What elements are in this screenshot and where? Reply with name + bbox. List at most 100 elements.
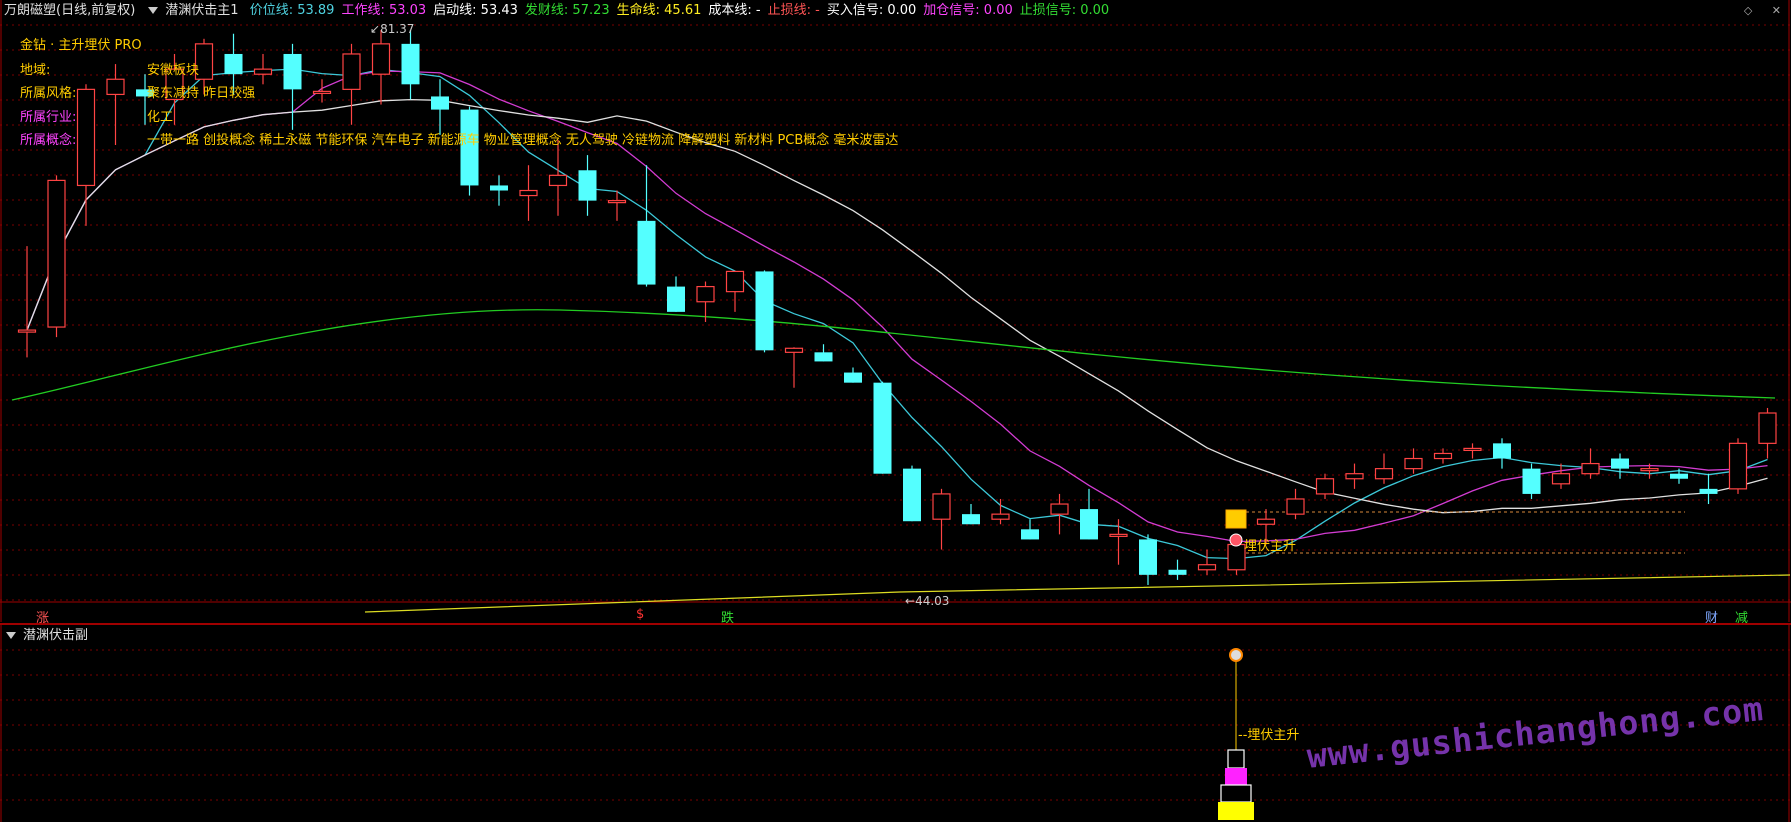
- main-chart-svg[interactable]: [0, 0, 1791, 625]
- candle: [1315, 473, 1335, 499]
- candle-body: [1640, 468, 1659, 472]
- candle-body: [814, 352, 833, 362]
- candle-body: [903, 468, 921, 522]
- candle-body: [1168, 569, 1187, 575]
- candle-body: [932, 493, 951, 520]
- candle-body: [1139, 539, 1157, 575]
- candle-body: [1050, 503, 1069, 515]
- candle-body: [253, 68, 273, 75]
- candle-body: [17, 329, 37, 333]
- candle-body: [725, 270, 745, 293]
- region-label: 地域:: [20, 63, 51, 78]
- candle-body: [490, 185, 508, 191]
- candle: [1021, 519, 1039, 540]
- indicator-value: 买入信号: 0.00: [826, 3, 917, 18]
- candle: [1728, 438, 1748, 494]
- candle-body: [1315, 478, 1335, 495]
- candle-body: [667, 286, 685, 312]
- candle-body: [962, 514, 980, 525]
- candle-body: [548, 174, 568, 187]
- candle: [1522, 463, 1541, 499]
- window-controls: ◇ ✕: [1744, 4, 1781, 17]
- candle-body: [224, 53, 243, 75]
- bar-yellow: [1218, 802, 1254, 820]
- candle: [401, 30, 420, 100]
- candle: [1758, 407, 1777, 459]
- candle: [283, 43, 302, 130]
- indicator-value: 生命线: 45.61: [616, 3, 702, 18]
- candle: [253, 53, 273, 85]
- candle: [962, 504, 980, 525]
- candle: [844, 367, 862, 383]
- candle: [725, 270, 745, 312]
- candle-body: [637, 220, 656, 285]
- candle-body: [991, 513, 1010, 520]
- low-price-label: ←44.03: [905, 594, 950, 608]
- candle-body: [312, 90, 332, 94]
- high-price-value: 81.37: [380, 22, 415, 36]
- signal-square-icon: [1225, 509, 1247, 529]
- candle-body: [76, 88, 96, 187]
- industry-label: 所属行业:: [20, 110, 77, 125]
- indicator-values: 价位线: 53.89 工作线: 53.03 启动线: 53.43 发财线: 57.23…: [250, 3, 1117, 18]
- candle-body: [431, 96, 449, 110]
- candle-body: [784, 347, 804, 353]
- candle: [1139, 534, 1157, 585]
- style-label: 所属风格:: [20, 86, 77, 101]
- collapse-icon[interactable]: [6, 632, 16, 639]
- candle-body: [371, 43, 391, 75]
- indicator-value: 加仓信号: 0.00: [923, 3, 1013, 18]
- candle: [784, 347, 804, 388]
- candle: [431, 79, 449, 135]
- indicator-value: 成本线: -: [708, 3, 761, 18]
- indicator-name[interactable]: 潜渊伏击主1: [165, 3, 238, 18]
- candle: [1050, 493, 1069, 535]
- candle: [1433, 448, 1453, 464]
- candle: [1581, 448, 1600, 479]
- candle: [814, 344, 833, 362]
- candle: [1080, 488, 1098, 540]
- candle-body: [1286, 498, 1305, 515]
- candle: [1374, 453, 1394, 484]
- concept-value: 一带一路 创投概念 稀土永磁 节能环保 汽车电子 新能源车 物业管理概念 无人驾…: [147, 133, 899, 148]
- indicator-value: 发财线: 57.23: [524, 3, 610, 18]
- signal-flower-icon: [1229, 648, 1243, 662]
- high-price-label: ↙81.37: [370, 22, 415, 36]
- bar-outline: [1220, 784, 1252, 803]
- candle: [1699, 473, 1718, 505]
- close-icon[interactable]: ✕: [1772, 4, 1781, 17]
- low-price-value: 44.03: [915, 594, 950, 608]
- candle-body: [578, 170, 597, 201]
- life-line-yellow: [364, 574, 1791, 613]
- signal-label: 埋伏主升: [1244, 539, 1297, 554]
- sub-header: 潜渊伏击副: [0, 625, 95, 647]
- candle: [667, 276, 685, 312]
- candle: [1286, 488, 1305, 520]
- candle: [1197, 549, 1217, 575]
- collapse-icon[interactable]: [148, 7, 159, 14]
- candle-body: [1463, 447, 1482, 452]
- candle-body: [1551, 473, 1571, 485]
- candle-body: [696, 285, 715, 303]
- candle: [755, 270, 774, 353]
- candle-body: [1345, 473, 1364, 480]
- brand-label: 金钻 · 主升埋伏 PRO: [20, 38, 142, 53]
- indicator-value: 止损线: -: [767, 3, 820, 18]
- sub-panel-title[interactable]: 潜渊伏击副: [23, 628, 88, 643]
- main-chart-panel[interactable]: 万朗磁塑(日线,前复权) 潜渊伏击主1 价位线: 53.89 工作线: 53.03 启…: [0, 0, 1791, 626]
- concept-label: 所属概念:: [20, 133, 77, 148]
- diamond-icon[interactable]: ◇: [1744, 4, 1752, 17]
- candle: [548, 139, 568, 216]
- candle: [47, 175, 66, 338]
- stock-title[interactable]: 万朗磁塑(日线,前复权): [4, 3, 135, 18]
- candle-body: [1433, 452, 1453, 460]
- candle: [17, 246, 37, 358]
- candle-body: [873, 382, 892, 474]
- candle: [932, 488, 951, 550]
- candle-body: [1404, 457, 1423, 470]
- candle: [1168, 559, 1187, 580]
- ma-line-green: [11, 309, 1776, 401]
- candle-body: [401, 43, 420, 85]
- candle: [903, 465, 921, 522]
- candle-body: [519, 189, 538, 197]
